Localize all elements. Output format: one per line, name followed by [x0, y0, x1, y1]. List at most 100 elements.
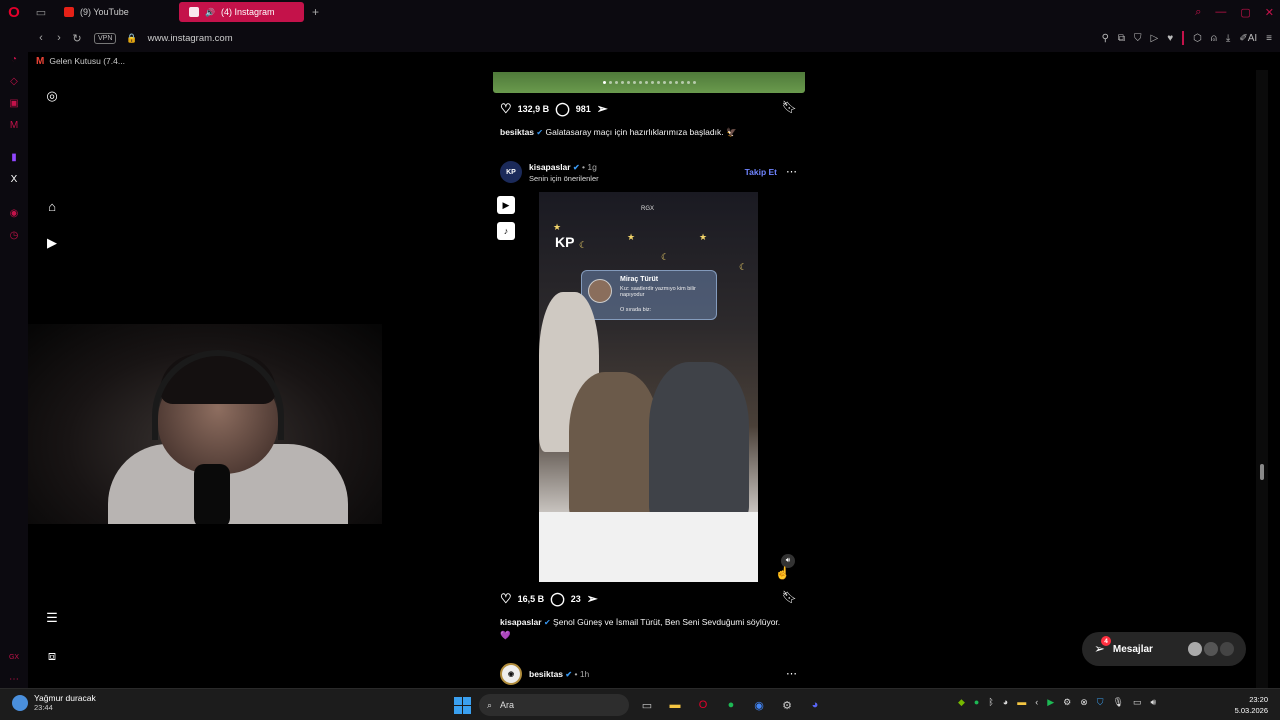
gmail-sidebar-icon[interactable]: M	[7, 118, 21, 132]
start-button[interactable]	[454, 696, 471, 714]
gx-icon[interactable]: GX	[7, 650, 21, 664]
more-icon[interactable]: ⋯	[7, 672, 21, 686]
scrollbar-thumb[interactable]	[1260, 464, 1264, 480]
tab-youtube[interactable]: (9) YouTube	[54, 2, 179, 22]
also-from-meta-icon[interactable]: ⧈	[44, 648, 60, 664]
profile-icon[interactable]: ⍝	[1211, 33, 1217, 44]
wallet-icon[interactable]: ▣	[7, 96, 21, 110]
opera-logo-icon[interactable]: O	[0, 0, 28, 24]
post-time: 1g	[587, 161, 597, 172]
caption-username[interactable]: kisapaslar	[500, 617, 542, 627]
weather-widget[interactable]: Yağmur duracak 23:44	[12, 693, 96, 712]
discord-tray-icon[interactable]: ◕	[1003, 697, 1008, 708]
overlay-logo: KP	[555, 234, 575, 250]
menu-icon[interactable]: ≡	[1266, 33, 1272, 44]
comment-icon[interactable]: ◯	[555, 101, 570, 117]
network-icon[interactable]: ▭	[1133, 697, 1142, 708]
reels-icon[interactable]: ▶	[44, 235, 60, 251]
spotify-icon[interactable]: ●	[721, 695, 741, 715]
search-tabs-icon[interactable]: ⌕	[1195, 6, 1201, 19]
save-icon[interactable]: 🔖︎	[782, 100, 797, 114]
share-icon[interactable]: ➢	[597, 101, 608, 117]
play-icon[interactable]: ▷	[1151, 33, 1159, 44]
post-username[interactable]: kisapaslar	[529, 162, 571, 172]
close-button[interactable]: ✕	[1265, 6, 1274, 19]
chevron-icon[interactable]: ‹	[1035, 697, 1038, 708]
clock[interactable]: 23:20 5.03.2026	[1235, 694, 1268, 716]
xbox-icon[interactable]: ⊗	[1080, 697, 1088, 708]
save-icon[interactable]: 🔖︎	[782, 590, 797, 604]
forward-button[interactable]: ›	[50, 32, 68, 44]
post-image-bottom[interactable]	[493, 72, 805, 93]
discord-icon[interactable]: ◕	[805, 695, 825, 715]
workspaces-icon[interactable]: ▭	[28, 0, 54, 24]
lock-icon[interactable]: 🔒	[126, 33, 137, 44]
nvidia-icon[interactable]: ◆	[958, 697, 965, 708]
volume-tray-icon[interactable]: 🔊︎	[1150, 697, 1156, 708]
carousel-dots	[603, 81, 696, 84]
play-overlay-icon[interactable]: ▶	[497, 196, 515, 214]
post-actions: ♡ 132,9 B ◯ 981 ➢	[500, 100, 608, 118]
more-options-icon[interactable]: ⋯	[786, 165, 797, 178]
home-icon[interactable]: ⌂	[44, 198, 60, 214]
bluetooth-icon[interactable]: ᛒ	[988, 697, 993, 708]
taskbar-search[interactable]: ⌕ Ara	[479, 694, 629, 716]
speaker-icon[interactable]: 🔊	[205, 8, 215, 17]
download-icon[interactable]: ⤓	[1226, 33, 1230, 44]
post-username[interactable]: besiktas	[529, 669, 563, 679]
more-menu-icon[interactable]: ☰	[44, 610, 60, 626]
player-icon[interactable]: ◉	[7, 206, 21, 220]
bookmark-gmail[interactable]: M Gelen Kutusu (7.4...	[28, 52, 125, 70]
spotify-tray-icon[interactable]: ●	[974, 697, 979, 708]
defender-icon[interactable]: ⛉	[1097, 697, 1104, 708]
play-tray-icon[interactable]: ▶	[1047, 697, 1054, 708]
chrome-icon[interactable]: ◉	[749, 695, 769, 715]
back-button[interactable]: ‹	[32, 32, 50, 44]
file-explorer-icon[interactable]: ▬	[665, 695, 685, 715]
reload-button[interactable]: ↻	[68, 32, 86, 45]
messenger-icon[interactable]: ◇	[7, 74, 21, 88]
messages-badge: 4	[1101, 636, 1111, 646]
history-icon[interactable]: ◷	[7, 228, 21, 242]
like-icon[interactable]: ♡	[500, 591, 512, 607]
task-view-icon[interactable]: ▭	[637, 695, 657, 715]
steam-icon[interactable]: ⚙	[777, 695, 797, 715]
share-icon[interactable]: ➢	[587, 591, 598, 607]
follow-button[interactable]: Takip Et	[745, 167, 777, 177]
avatar[interactable]: ◉	[500, 663, 522, 685]
messages-button[interactable]: ➢ 4 Mesajlar	[1082, 632, 1246, 666]
post-video[interactable]: ★ ☾ ★ ☾ ★ ☾ KP RGX Miraç Türüt Kız: saatler…	[493, 192, 805, 582]
twitch-icon[interactable]: ▮	[7, 150, 21, 164]
vpn-badge[interactable]: VPN	[94, 32, 117, 44]
minimize-button[interactable]: —	[1215, 6, 1226, 18]
avatar[interactable]: KP	[500, 161, 522, 183]
like-count: 16,5 B	[517, 594, 545, 604]
message-bubble: Miraç Türüt Kız: saatlerdir yazmıyo kim …	[581, 270, 717, 320]
mic-icon[interactable]: 🎙︎	[1113, 697, 1124, 708]
maximize-button[interactable]: ▢	[1240, 6, 1250, 19]
extensions-icon[interactable]: ⬡	[1193, 33, 1202, 44]
caption-username[interactable]: besiktas	[500, 127, 534, 137]
weather-time: 23:44	[34, 703, 53, 712]
new-tab-button[interactable]: +	[304, 5, 327, 19]
tiktok-icon[interactable]: ♪	[497, 222, 515, 240]
snapshot-icon[interactable]: ⧉	[1118, 33, 1125, 44]
like-icon[interactable]: ♡	[500, 101, 512, 117]
x-icon[interactable]: X	[7, 172, 21, 186]
ai-button[interactable]: ✐AI	[1239, 33, 1257, 44]
folder-tray-icon[interactable]: ▬	[1017, 697, 1026, 708]
aria-icon[interactable]: ◔	[7, 52, 21, 66]
pin-icon[interactable]: ⚲	[1102, 33, 1109, 44]
shield-icon[interactable]: ⛉	[1134, 33, 1142, 44]
scrollbar[interactable]	[1256, 70, 1268, 688]
opera-gx-icon[interactable]: O	[693, 695, 713, 715]
more-options-icon[interactable]: ⋯	[786, 667, 797, 680]
tab-label: (4) Instagram	[220, 7, 275, 17]
heart-icon[interactable]: ♥	[1167, 33, 1173, 44]
tab-instagram[interactable]: 🔊 (4) Instagram	[179, 2, 304, 22]
instagram-logo-icon[interactable]: ◎	[44, 88, 60, 104]
steam-tray-icon[interactable]: ⚙	[1063, 697, 1071, 708]
comment-icon[interactable]: ◯	[550, 591, 565, 607]
url-field[interactable]: www.instagram.com	[148, 33, 233, 44]
tab-bar: O ▭ (9) YouTube 🔊 (4) Instagram + ⌕ — ▢ …	[0, 0, 1280, 24]
